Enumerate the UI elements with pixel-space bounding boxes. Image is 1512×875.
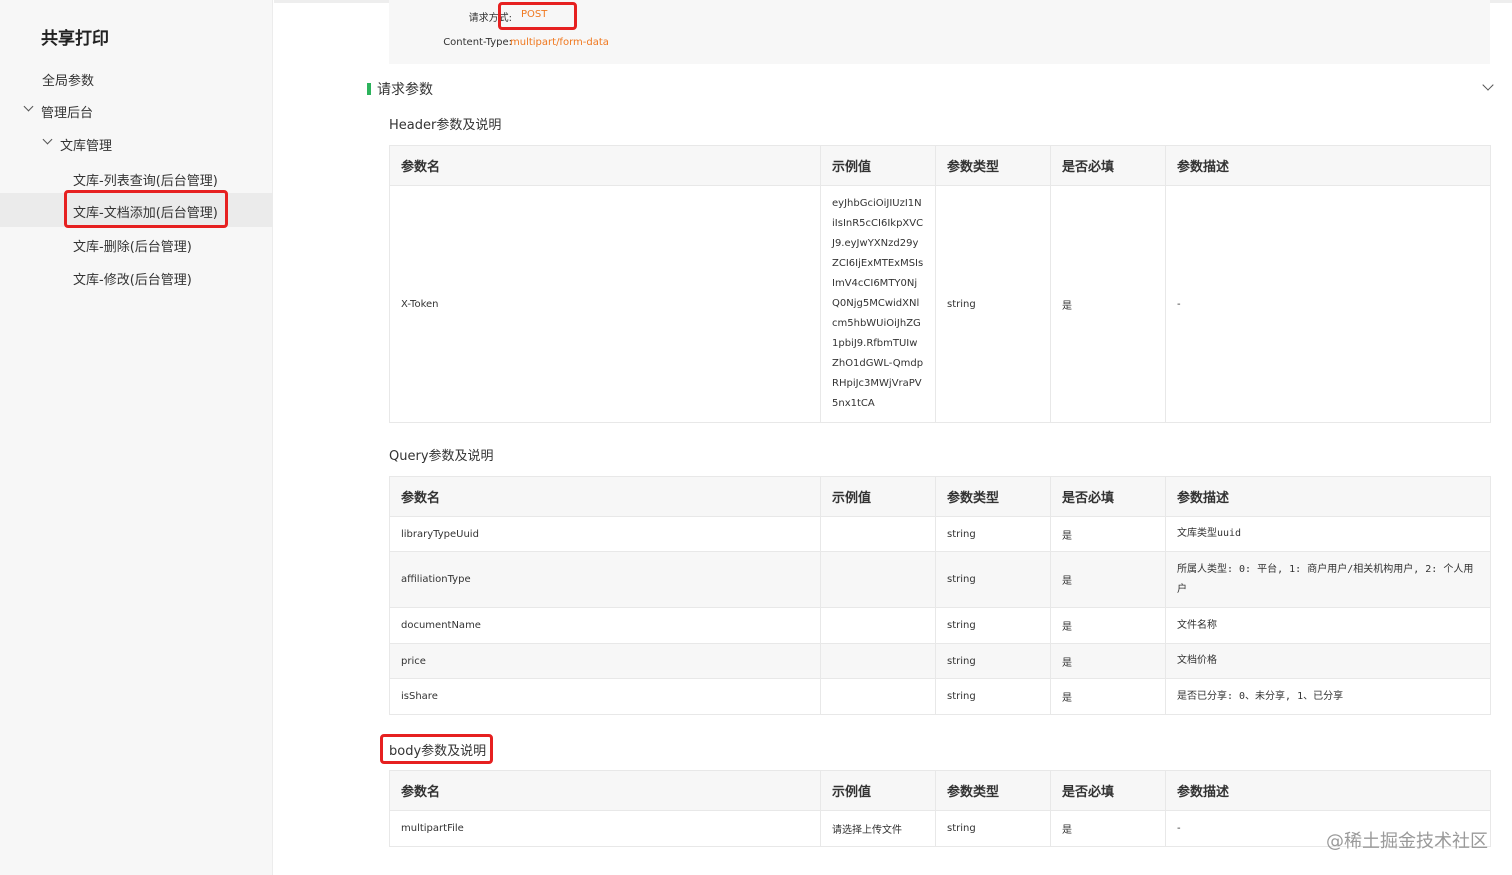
column-header: 参数描述 [1165,145,1491,186]
highlight-box [380,734,493,764]
param-required: 是 [1050,643,1166,679]
watermark: @稀土掘金技术社区 [1326,831,1488,852]
param-type: string [935,607,1051,644]
column-header: 参数类型 [935,770,1051,811]
column-header: 是否必填 [1050,145,1166,186]
sidebar-title: 共享打印 [41,29,109,49]
param-example [820,643,936,679]
table-row: price string 是 文档价格 [389,643,1491,679]
param-desc: - [1165,185,1491,423]
param-name: affiliationType [389,551,821,608]
param-example [820,678,936,715]
column-header: 是否必填 [1050,770,1166,811]
param-name: documentName [389,607,821,644]
column-header: 示例值 [820,476,936,517]
param-required: 是 [1050,516,1166,552]
param-type: string [935,551,1051,608]
param-example [820,516,936,552]
table-row: libraryTypeUuid string 是 文库类型uuid [389,516,1491,552]
column-header: 参数类型 [935,145,1051,186]
sidebar-group-admin[interactable]: 管理后台 [41,102,93,121]
param-name: isShare [389,678,821,715]
column-header: 示例值 [820,770,936,811]
column-header: 参数描述 [1165,476,1491,517]
column-header: 参数描述 [1165,770,1491,811]
chevron-down-icon[interactable] [42,134,53,145]
main-content: 请求方式: POST Content-Type: multipart/form-… [274,0,1512,875]
column-header: 参数名 [389,145,821,186]
content-type-label: Content-Type: [443,37,512,48]
chevron-down-icon[interactable] [1482,79,1494,91]
column-header: 是否必填 [1050,476,1166,517]
param-name: multipartFile [389,810,821,847]
param-required: 是 [1050,551,1166,608]
column-header: 参数名 [389,770,821,811]
column-header: 参数名 [389,476,821,517]
sidebar-group-library[interactable]: 文库管理 [60,135,112,154]
section-marker [367,83,371,95]
sidebar-item-global-params[interactable]: 全局参数 [42,70,94,89]
param-desc: 文库类型uuid [1165,516,1491,552]
param-example [820,551,936,608]
content-type-value: multipart/form-data [510,37,609,48]
table-row: isShare string 是 是否已分享: 0、未分享, 1、已分享 [389,678,1491,715]
param-name: price [389,643,821,679]
param-type: string [935,643,1051,679]
table-header-row: 参数名 示例值 参数类型 是否必填 参数描述 [389,770,1491,811]
param-type: string [935,678,1051,715]
query-params-title: Query参数及说明 [389,449,494,464]
table-header-row: 参数名 示例值 参数类型 是否必填 参数描述 [389,145,1491,186]
chevron-down-icon[interactable] [23,101,34,112]
table-row: X-Token eyJhbGciOiJIUzI1NiIsInR5cCI6IkpX… [389,185,1491,423]
param-desc: 文档价格 [1165,643,1491,679]
highlight-box [498,2,577,30]
table-row: affiliationType string 是 所属人类型: 0: 平台, 1… [389,551,1491,608]
highlight-box [64,190,228,228]
header-params-table: 参数名 示例值 参数类型 是否必填 参数描述 X-Token eyJhbGciO… [389,145,1491,423]
sidebar-item-library-edit[interactable]: 文库-修改(后台管理) [73,269,192,288]
param-desc: 所属人类型: 0: 平台, 1: 商户用户/相关机构用户, 2: 个人用户 [1165,551,1491,608]
param-example: 请选择上传文件 [820,810,936,847]
query-params-table: 参数名 示例值 参数类型 是否必填 参数描述 libraryTypeUuid s… [389,476,1491,715]
header-params-title: Header参数及说明 [389,118,502,133]
param-desc: 是否已分享: 0、未分享, 1、已分享 [1165,678,1491,715]
param-required: 是 [1050,810,1166,847]
table-header-row: 参数名 示例值 参数类型 是否必填 参数描述 [389,476,1491,517]
sidebar: 共享打印 全局参数 管理后台 文库管理 文库-列表查询(后台管理) 文库-文档添… [0,0,273,875]
param-type: string [935,516,1051,552]
table-row: documentName string 是 文件名称 [389,607,1491,644]
param-required: 是 [1050,678,1166,715]
param-example [820,607,936,644]
request-info-box: 请求方式: POST Content-Type: multipart/form-… [389,0,1490,64]
param-desc: 文件名称 [1165,607,1491,644]
param-type: string [935,185,1051,423]
param-required: 是 [1050,185,1166,423]
param-name: libraryTypeUuid [389,516,821,552]
column-header: 参数类型 [935,476,1051,517]
param-required: 是 [1050,607,1166,644]
token-value: eyJhbGciOiJIUzI1NiIsInR5cCI6IkpXVCJ9.eyJ… [832,198,924,409]
section-title: 请求参数 [377,82,433,98]
column-header: 示例值 [820,145,936,186]
param-type: string [935,810,1051,847]
param-example: eyJhbGciOiJIUzI1NiIsInR5cCI6IkpXVCJ9.eyJ… [820,185,936,423]
sidebar-item-library-delete[interactable]: 文库-删除(后台管理) [73,236,192,255]
sidebar-item-library-list[interactable]: 文库-列表查询(后台管理) [73,170,218,189]
param-name: X-Token [389,185,821,423]
